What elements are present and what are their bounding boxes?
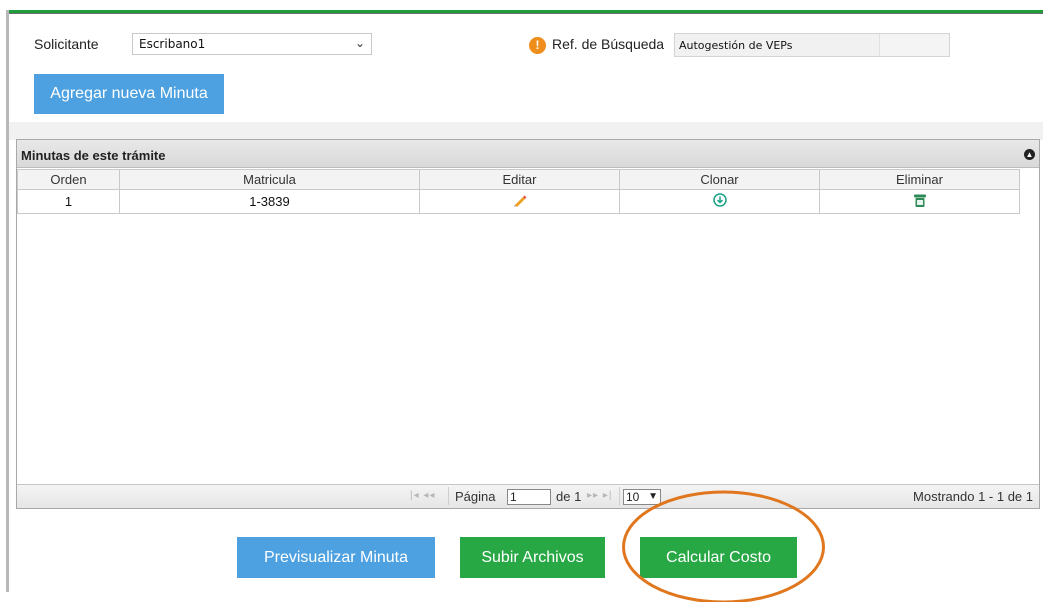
column-header-orden[interactable]: Orden xyxy=(17,169,120,190)
solicitante-label: Solicitante xyxy=(34,36,99,52)
solicitante-value: Escribano1 xyxy=(139,37,206,51)
ref-busqueda-value: Autogestión de VEPs xyxy=(679,39,793,52)
pager-next-last-icons[interactable]: ▸▸ ▸| xyxy=(587,490,612,501)
agregar-minuta-button[interactable]: Agregar nueva Minuta xyxy=(34,74,224,114)
grid-pager: |◂ ◂◂ Página 1 de 1 ▸▸ ▸| 10 ▼ Mostrando… xyxy=(17,484,1039,508)
page-number-input[interactable]: 1 xyxy=(507,489,551,505)
previsualizar-minuta-button[interactable]: Previsualizar Minuta xyxy=(237,537,435,578)
cell-clonar xyxy=(619,189,820,214)
pager-pagina-label: Página xyxy=(455,489,496,504)
minutas-grid: Minutas de este trámite ▲ Orden Matricul… xyxy=(16,139,1040,509)
table-header-row: Orden Matricula Editar Clonar Eliminar xyxy=(17,169,1020,190)
ref-busqueda-label: Ref. de Búsqueda xyxy=(552,36,665,52)
pager-total-label: de 1 xyxy=(556,489,582,504)
page-frame: Solicitante Escribano1 ⌄ ! Ref. de Búsqu… xyxy=(0,0,1043,602)
grid-caption: Minutas de este trámite ▲ xyxy=(17,140,1039,168)
pager-status: Mostrando 1 - 1 de 1 xyxy=(913,489,1033,504)
cell-orden: 1 xyxy=(17,189,120,214)
minutas-table: Orden Matricula Editar Clonar Eliminar 1… xyxy=(17,169,1020,214)
warning-icon: ! xyxy=(529,37,546,54)
clone-icon[interactable] xyxy=(712,193,727,210)
chevron-down-icon: ⌄ xyxy=(354,36,365,50)
top-divider xyxy=(9,13,1043,14)
table-row[interactable]: 1 1-3839 xyxy=(17,189,1020,214)
column-header-clonar[interactable]: Clonar xyxy=(619,169,820,190)
pager-separator xyxy=(619,487,620,505)
left-border xyxy=(6,10,9,592)
cell-editar xyxy=(419,189,620,214)
pager-first-prev-icons[interactable]: |◂ ◂◂ xyxy=(410,490,435,501)
subir-archivos-button[interactable]: Subir Archivos xyxy=(460,537,605,578)
solicitante-select[interactable]: Escribano1 ⌄ xyxy=(132,33,372,55)
pencil-icon[interactable] xyxy=(512,192,528,211)
column-header-editar[interactable]: Editar xyxy=(419,169,620,190)
grid-title: Minutas de este trámite xyxy=(21,148,166,163)
ref-input-segment xyxy=(879,34,949,56)
column-header-matricula[interactable]: Matricula xyxy=(119,169,420,190)
ref-busqueda-input[interactable]: Autogestión de VEPs xyxy=(674,33,950,57)
section-band xyxy=(9,122,1043,140)
column-header-eliminar[interactable]: Eliminar xyxy=(819,169,1020,190)
cell-eliminar xyxy=(819,189,1020,214)
cell-matricula: 1-3839 xyxy=(119,189,420,214)
pager-separator xyxy=(448,487,449,505)
trash-icon[interactable] xyxy=(913,193,927,211)
highlight-annotation xyxy=(622,490,825,602)
collapse-icon[interactable]: ▲ xyxy=(1024,149,1035,160)
